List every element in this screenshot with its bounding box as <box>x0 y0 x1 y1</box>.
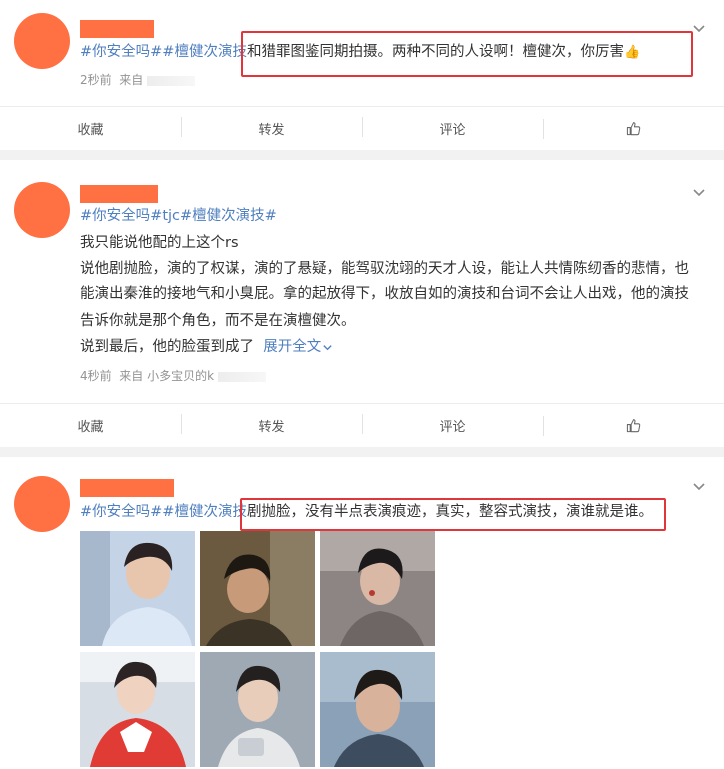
post-body: 说到最后，他的脸蛋到成了 <box>80 339 254 355</box>
like-button[interactable] <box>543 119 724 139</box>
comment-button[interactable]: 评论 <box>362 414 543 435</box>
photo-thumbnail[interactable] <box>320 652 435 767</box>
expand-full-text-link[interactable]: 展开全文 <box>263 339 321 355</box>
hashtag-link[interactable]: tjc <box>162 208 180 224</box>
post-meta: 2秒前 来自 <box>80 71 196 88</box>
thumbs-up-icon <box>626 122 641 136</box>
photo-thumbnail[interactable] <box>200 652 315 767</box>
post-card-1: #你安全吗##檀健次演技和猎罪图鉴同期拍摄。两种不同的人设啊！檀健次，你厉害👍 … <box>0 0 724 150</box>
favorite-button[interactable]: 收藏 <box>0 416 181 435</box>
post-line: 能演出秦淮的接地气和小臭屁。拿的起放得下，收放自如的演技和台词不会让人出戏，他的… <box>80 286 689 302</box>
repost-button[interactable]: 转发 <box>181 117 362 138</box>
avatar[interactable] <box>14 476 70 532</box>
portrait-image <box>320 652 435 767</box>
action-bar: 收藏 转发 评论 <box>0 106 724 150</box>
chevron-down-icon[interactable] <box>692 185 706 199</box>
portrait-image <box>200 652 315 767</box>
thumbs-up-icon <box>626 419 641 433</box>
post-line-last: 说到最后，他的脸蛋到成了 展开全文 <box>80 337 333 358</box>
timestamp: 2秒前 <box>80 73 112 87</box>
chevron-down-icon[interactable] <box>692 479 706 493</box>
source-label: 来自 小多宝贝的k <box>119 369 215 383</box>
avatar[interactable] <box>14 182 70 238</box>
repost-button[interactable]: 转发 <box>181 414 362 435</box>
highlight-box <box>241 31 693 77</box>
username-redacted[interactable] <box>80 20 154 38</box>
hashtag-link[interactable]: #你安全吗# <box>80 208 162 224</box>
source-redacted <box>218 371 267 382</box>
photo-thumbnail[interactable] <box>80 652 195 767</box>
post-meta: 4秒前 来自 小多宝贝的k <box>80 367 267 384</box>
portrait-image <box>320 531 435 646</box>
highlight-box <box>240 498 666 531</box>
portrait-image <box>80 531 195 646</box>
chevron-down-icon[interactable] <box>692 21 706 35</box>
hashtag-link[interactable]: #檀健次演技# <box>180 208 277 224</box>
username-redacted[interactable] <box>80 185 158 203</box>
hashtag-link[interactable]: #你安全吗##檀健次演技 <box>80 44 247 60</box>
chevron-down-icon[interactable] <box>322 342 333 353</box>
photo-thumbnail[interactable] <box>80 531 195 646</box>
favorite-button[interactable]: 收藏 <box>0 119 181 138</box>
username-redacted[interactable] <box>80 479 174 497</box>
photo-thumbnail[interactable] <box>200 531 315 646</box>
source-label: 来自 <box>119 73 144 87</box>
action-bar: 收藏 转发 评论 <box>0 403 724 447</box>
comment-button[interactable]: 评论 <box>362 117 543 138</box>
post-line: 我只能说他配的上这个rs <box>80 235 239 251</box>
post-card-2: #你安全吗#tjc#檀健次演技# 我只能说他配的上这个rs 说他剧抛脸，演的了权… <box>0 160 724 447</box>
source-redacted <box>147 75 196 86</box>
hashtag-link[interactable]: #你安全吗##檀健次演技 <box>80 504 247 520</box>
timestamp: 4秒前 <box>80 369 112 383</box>
hashtags: #你安全吗#tjc#檀健次演技# <box>80 206 277 227</box>
post-line: 告诉你就是那个角色，而不是在演檀健次。 <box>80 313 356 329</box>
photo-thumbnail[interactable] <box>320 531 435 646</box>
post-card-3: #你安全吗##檀健次演技剧抛脸，没有半点表演痕迹，真实，整容式演技，演谁就是谁。 <box>0 457 724 769</box>
portrait-image <box>200 531 315 646</box>
post-line: 说他剧抛脸，演的了权谋，演的了悬疑，能驾驭沈翊的天才人设，能让人共情陈纫香的悲情… <box>80 261 689 277</box>
avatar[interactable] <box>14 13 70 69</box>
portrait-image <box>80 652 195 767</box>
like-button[interactable] <box>543 416 724 436</box>
